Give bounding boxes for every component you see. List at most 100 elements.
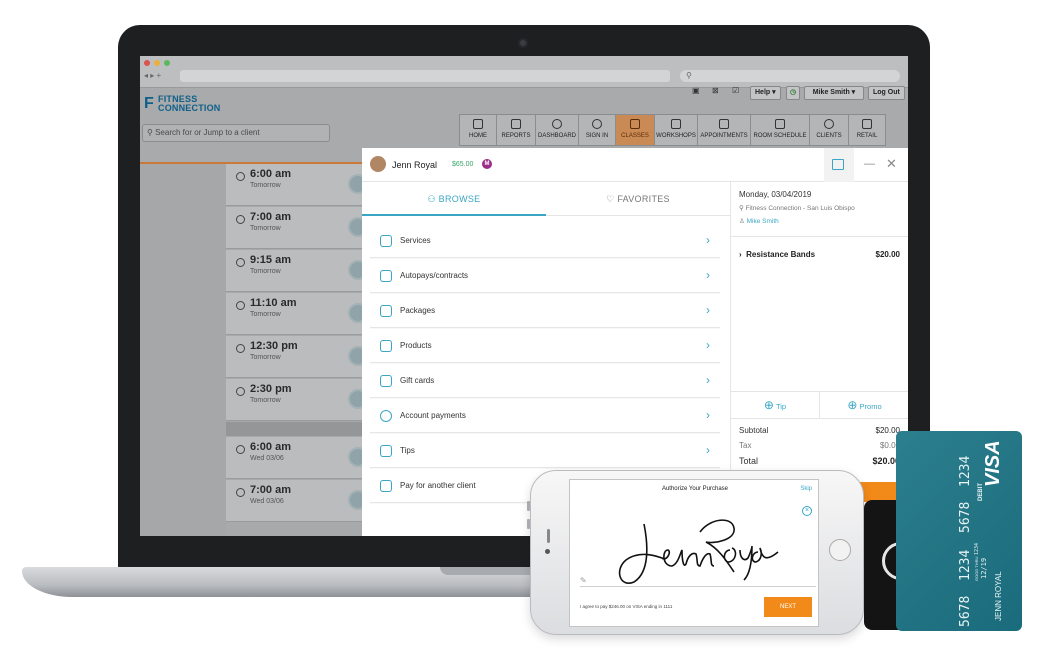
day-divider [226,422,366,436]
help-button[interactable]: Help ▾ [750,86,781,100]
barcode-scan-icon [832,159,844,170]
close-window-icon[interactable] [144,60,150,66]
nav-sign-in[interactable]: SIGN IN [578,114,616,146]
signature-drawing[interactable] [610,510,790,590]
nav-label: RETAIL [856,133,878,139]
schedule-row[interactable]: 6:00 am Tomorrow [226,164,368,206]
nav-room-schedule[interactable]: ROOM SCHEDULE [750,114,810,146]
nav-label: REPORTS [501,133,531,139]
tab-browse[interactable]: ⚇ BROWSE [362,182,546,216]
nav-reports[interactable]: REPORTS [496,114,536,146]
nav-retail[interactable]: RETAIL [848,114,886,146]
browse-item-gift-cards[interactable]: Gift cards › [370,364,720,398]
class-time: 11:10 am [250,297,297,309]
class-time: 6:00 am [250,441,291,453]
card-small-digits: 1234 [974,542,980,555]
schedule-row[interactable]: 2:30 pm Tomorrow [226,379,368,421]
client-avatar[interactable] [370,156,386,172]
schedule-row[interactable]: 9:15 am Tomorrow [226,250,368,292]
skip-link[interactable]: Skip [800,486,812,492]
client-search-input[interactable]: ⚲ Search for or Jump to a client [142,124,330,142]
minimize-window-icon[interactable] [154,60,160,66]
schedule-sidebar [140,164,226,536]
nav-home[interactable]: HOME [459,114,497,146]
browse-item-tips[interactable]: Tips › [370,434,720,468]
card-number-group: 1234 [958,455,973,487]
schedule-row[interactable]: 11:10 am Tomorrow [226,293,368,335]
close-box-icon[interactable]: ⊠ [712,86,719,95]
back-forward-icon[interactable]: ◂ ▸ + [144,70,174,82]
class-day: Tomorrow [250,268,281,275]
location-pin-icon: ⚲ [739,205,746,212]
plus-circle-icon: ⊕ [763,398,774,412]
phone-device: Authorize Your Purchase Skip × ✎ I agree… [527,470,864,635]
url-bar[interactable] [180,70,670,82]
schedule-row[interactable]: 7:00 am Wed 03/06 [226,480,368,522]
browse-item-autopays[interactable]: Autopays/contracts › [370,259,720,293]
nav-workshops[interactable]: WORKSHOPS [654,114,698,146]
pen-icon: ✎ [580,576,587,585]
print-icon[interactable]: ▣ [692,86,700,95]
browse-tabs: ⚇ BROWSE ♡ FAVORITES [362,182,730,216]
card-type: DEBIT [978,483,984,501]
app-logo[interactable]: FITNESS CONNECTION [158,95,221,113]
clock-icon[interactable]: ◷ [786,86,800,100]
cart-date: Monday, 03/04/2019 [739,190,812,199]
class-day: Wed 03/06 [250,455,284,462]
nav-classes[interactable]: CLASSES [615,114,655,146]
register-icon [862,119,872,129]
maximize-window-icon[interactable] [164,60,170,66]
client-name[interactable]: Jenn Royal [392,160,437,170]
browse-item-products[interactable]: Products › [370,329,720,363]
class-time: 6:00 am [250,168,291,180]
chevron-right-icon: › [706,443,710,457]
cart-staff[interactable]: ♙ Mike Smith [739,217,779,225]
pay-other-icon [380,480,392,492]
person-icon [592,119,602,129]
logout-button[interactable]: Log Out [868,86,905,100]
card-number-group: 5678 [958,501,973,533]
schedule-row[interactable]: 7:00 am Tomorrow [226,207,368,249]
nav-clients[interactable]: CLIENTS [809,114,849,146]
browse-item-label: Services [400,236,431,245]
agreement-text: I agree to pay $246.00 on VISA ending in… [580,604,673,609]
next-button[interactable]: NEXT [764,597,812,617]
card-expiry: 12/19 [980,557,988,579]
cart-line-item[interactable]: › Resistance Bands [739,250,815,259]
tab-browse-label: BROWSE [438,194,481,204]
class-time: 12:30 pm [250,340,298,352]
nav-appointments[interactable]: APPOINTMENTS [697,114,751,146]
add-tip-button[interactable]: ⊕ Tip [731,392,820,418]
nav-dashboard[interactable]: DASHBOARD [535,114,579,146]
subtotal-label: Subtotal [739,426,769,435]
tab-favorites-label: FAVORITES [617,194,670,204]
home-button[interactable] [829,539,851,561]
heart-icon: ♡ [606,194,618,204]
browse-item-services[interactable]: Services › [370,224,720,258]
logo-line2: CONNECTION [158,103,221,113]
close-icon[interactable]: ✕ [886,156,897,172]
calendar-icon [630,119,640,129]
clear-signature-icon[interactable]: × [802,506,812,516]
browse-item-label: Pay for another client [400,481,476,490]
minimize-icon[interactable]: — [864,158,875,170]
browse-item-account-payments[interactable]: Account payments › [370,399,720,433]
tab-favorites[interactable]: ♡ FAVORITES [546,182,730,216]
nav-label: CLIENTS [816,133,842,139]
browse-item-label: Account payments [400,411,466,420]
browse-item-packages[interactable]: Packages › [370,294,720,328]
browser-search[interactable]: ⚲ [680,70,900,82]
earpiece [547,529,550,543]
nav-label: CLASSES [621,133,649,139]
calendar-check-icon[interactable]: ☑ [732,86,739,95]
schedule-row[interactable]: 12:30 pm Tomorrow [226,336,368,378]
cart-item-name: Resistance Bands [746,250,816,259]
user-menu[interactable]: Mike Smith ▾ [804,86,864,100]
add-promo-button[interactable]: ⊕ Promo [820,392,908,418]
card-number-group: 1234 [958,549,973,581]
client-balance: $65.00 [452,161,474,168]
promo-label: Promo [859,402,882,411]
tip-icon [380,445,392,457]
schedule-row[interactable]: 6:00 am Wed 03/06 [226,437,368,479]
clock-icon [236,301,245,310]
